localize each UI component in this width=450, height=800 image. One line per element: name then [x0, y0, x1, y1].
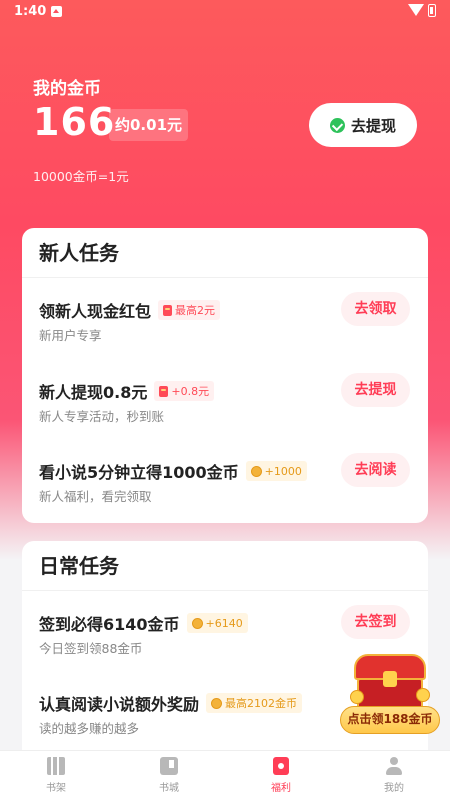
bookshelf-icon: [47, 757, 65, 775]
reward-tag: +0.8元: [154, 381, 215, 401]
coins-label: 我的金币: [33, 79, 101, 99]
bookstore-icon: [160, 757, 178, 775]
red-envelope-icon: [159, 385, 169, 397]
tab-label: 福利: [271, 783, 291, 794]
withdraw-task-button[interactable]: 去提现: [341, 373, 410, 407]
reward-tag: +6140: [186, 613, 248, 633]
exchange-rate: 10000金币=1元: [33, 169, 129, 184]
wechat-pay-icon: [329, 117, 345, 133]
task-item: 看小说5分钟立得1000金币 +1000 新人福利，看完领取 去阅读: [22, 453, 428, 523]
treasure-chest-promo[interactable]: 点击领188金币: [340, 654, 440, 738]
coin-icon: [416, 688, 430, 702]
coins-balance: 166: [33, 100, 116, 144]
coin-icon: [350, 690, 364, 704]
task-title: 认真阅读小说额外奖励: [39, 695, 200, 714]
tab-label: 书城: [159, 783, 179, 794]
withdraw-button-label: 去提现: [350, 116, 396, 135]
task-title: 领新人现金红包: [39, 302, 152, 321]
task-subtitle: 新人福利，看完领取: [39, 489, 152, 504]
tab-welfare[interactable]: 福利: [251, 755, 311, 799]
task-subtitle: 新人专享活动，秒到账: [39, 409, 165, 424]
battery-icon: [428, 4, 436, 17]
task-title: 看小说5分钟立得1000金币: [39, 463, 239, 482]
coin-icon: [250, 465, 262, 477]
status-bar: 1:40: [0, 0, 450, 26]
reward-tag: 最高2102金币: [206, 693, 303, 713]
welfare-icon: [273, 757, 289, 775]
claim-button[interactable]: 去领取: [341, 292, 410, 326]
profile-icon: [385, 757, 403, 775]
task-subtitle: 今日签到领88金币: [39, 641, 143, 656]
tab-label: 我的: [384, 783, 404, 794]
tab-profile[interactable]: 我的: [364, 755, 424, 799]
task-title: 签到必得6140金币: [39, 615, 180, 634]
task-subtitle: 新用户专享: [39, 328, 102, 343]
tab-bookshelf[interactable]: 书架: [26, 755, 86, 799]
coin-icon: [211, 697, 223, 709]
promo-claim-button[interactable]: 点击领188金币: [340, 706, 440, 734]
bottom-tab-bar: 书架 书城 福利 我的: [0, 750, 450, 800]
tab-bookstore[interactable]: 书城: [139, 755, 199, 799]
task-item: 新人提现0.8元 +0.8元 新人专享活动，秒到账 去提现: [22, 373, 428, 459]
card-title: 新人任务: [22, 228, 428, 278]
coin-icon: [191, 617, 203, 629]
task-subtitle: 读的越多赚的越多: [39, 721, 140, 736]
withdraw-button[interactable]: 去提现: [309, 103, 417, 147]
task-title: 新人提现0.8元: [39, 383, 148, 402]
card-title: 日常任务: [22, 541, 428, 591]
status-time: 1:40: [14, 4, 47, 19]
tab-label: 书架: [46, 783, 66, 794]
task-item: 领新人现金红包 最高2元 新用户专享 去领取: [22, 292, 428, 378]
new-user-tasks-card: 新人任务 领新人现金红包 最高2元 新用户专享 去领取 新人提现0.8元 +0.…: [22, 228, 428, 523]
notification-icon: [51, 6, 62, 17]
red-envelope-icon: [163, 304, 173, 316]
reward-tag: +1000: [245, 461, 307, 481]
wifi-icon: [408, 4, 424, 16]
coins-cash-value: 约0.01元: [109, 109, 189, 141]
reward-tag: 最高2元: [158, 300, 221, 320]
read-button[interactable]: 去阅读: [341, 453, 410, 487]
check-in-button[interactable]: 去签到: [341, 605, 410, 639]
